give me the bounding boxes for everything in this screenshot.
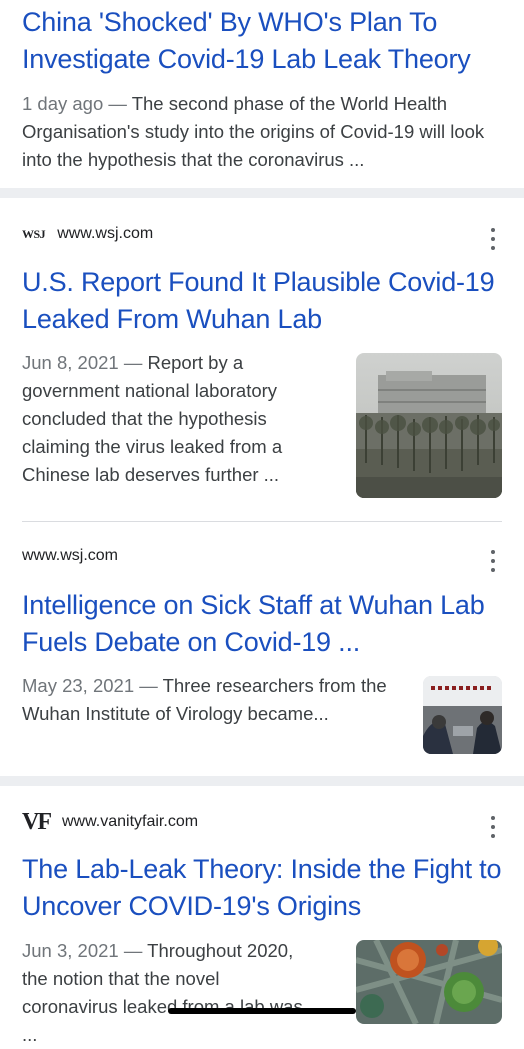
result-separator-band bbox=[0, 188, 524, 198]
result-thumbnail[interactable] bbox=[356, 940, 502, 1024]
result-snippet: Jun 8, 2021 — Report by a government nat… bbox=[22, 349, 318, 489]
result-domain: www.wsj.com bbox=[57, 225, 154, 242]
result-domain: www.wsj.com bbox=[22, 547, 119, 564]
result-date: Jun 8, 2021 bbox=[22, 352, 119, 373]
result-card: VF www.vanityfair.com The Lab-Leak Theor… bbox=[0, 786, 524, 1045]
vanityfair-favicon-icon: VF bbox=[22, 808, 52, 835]
date-separator: — bbox=[123, 352, 143, 373]
result-card: WSJ www.wsj.com U.S. Report Found It Pla… bbox=[0, 198, 524, 522]
lab-building-image bbox=[356, 353, 502, 498]
result-date: 1 day ago bbox=[22, 93, 104, 114]
result-domain: www.vanityfair.com bbox=[62, 813, 199, 830]
result-source[interactable]: WSJ www.wsj.com bbox=[22, 222, 153, 246]
result-source[interactable]: www.wsj.com bbox=[22, 544, 118, 568]
result-snippet: Jun 3, 2021 — Throughout 2020, the notio… bbox=[22, 937, 318, 1049]
date-separator: — bbox=[108, 93, 127, 114]
date-separator: — bbox=[139, 675, 158, 696]
result-thumbnail[interactable] bbox=[356, 353, 502, 498]
result-thumbnail[interactable] bbox=[423, 676, 502, 754]
result-source[interactable]: VF www.vanityfair.com bbox=[22, 808, 199, 835]
result-snippet: May 23, 2021 — Three researchers from th… bbox=[22, 672, 402, 728]
lab-entrance-image bbox=[423, 676, 502, 754]
result-title-link[interactable]: Intelligence on Sick Staff at Wuhan Lab … bbox=[22, 587, 504, 661]
result-title-link[interactable]: China 'Shocked' By WHO's Plan To Investi… bbox=[22, 4, 504, 78]
more-options-icon[interactable] bbox=[488, 816, 498, 838]
virus-illustration-image bbox=[356, 940, 502, 1024]
wsj-favicon-icon: WSJ bbox=[22, 226, 46, 241]
result-card: www.wsj.com Intelligence on Sick Staff a… bbox=[0, 522, 524, 776]
result-title-link[interactable]: The Lab-Leak Theory: Inside the Fight to… bbox=[22, 851, 504, 925]
result-card: China 'Shocked' By WHO's Plan To Investi… bbox=[0, 0, 524, 188]
result-date: Jun 3, 2021 bbox=[22, 940, 119, 961]
result-snippet: 1 day ago — The second phase of the Worl… bbox=[22, 90, 492, 174]
home-indicator[interactable] bbox=[168, 1008, 356, 1014]
result-date: May 23, 2021 bbox=[22, 675, 135, 696]
more-options-icon[interactable] bbox=[488, 228, 498, 250]
result-separator-band bbox=[0, 776, 524, 786]
more-options-icon[interactable] bbox=[488, 550, 498, 572]
date-separator: — bbox=[123, 940, 143, 961]
result-title-link[interactable]: U.S. Report Found It Plausible Covid-19 … bbox=[22, 264, 504, 338]
